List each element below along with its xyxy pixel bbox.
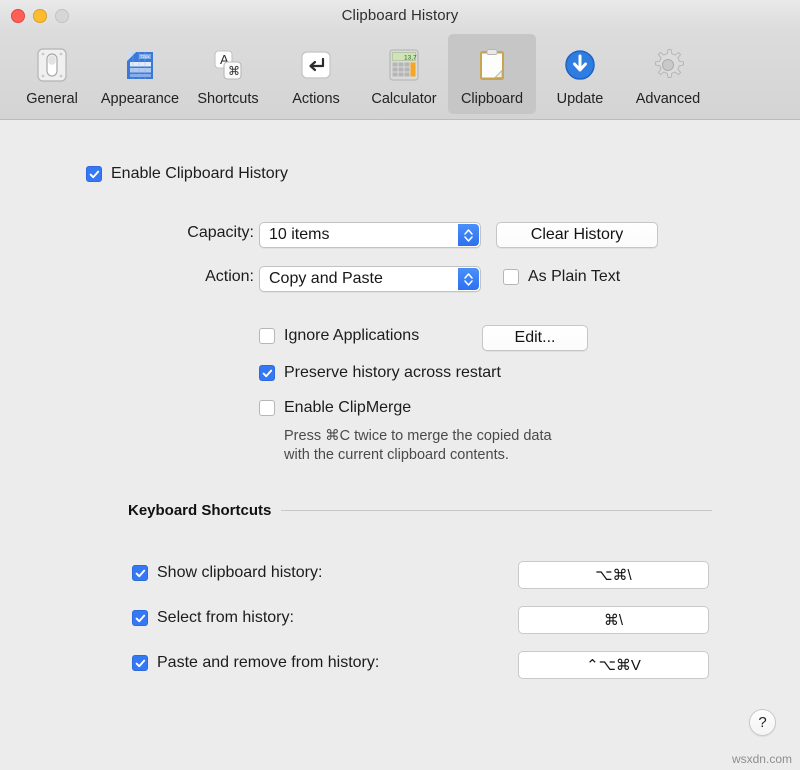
tab-calculator-label: Calculator [371,91,436,107]
capacity-select[interactable]: 10 items [259,222,481,248]
tab-shortcuts[interactable]: A ⌘ Shortcuts [184,34,272,114]
chevron-up-down-icon[interactable] [458,224,479,246]
traffic-lights [11,9,69,23]
action-select[interactable]: Copy and Paste [259,266,481,292]
zoom-button[interactable] [55,9,69,23]
paste-and-remove-label: Paste and remove from history: [157,654,379,672]
action-label-wrap: Action: [84,268,254,286]
tab-advanced[interactable]: Advanced [624,34,712,114]
shortcut-row-show-history[interactable]: Show clipboard history: [132,564,322,582]
tab-update-label: Update [557,91,604,107]
preserve-history-label: Preserve history across restart [284,364,501,382]
preferences-toolbar: General 72px App [0,30,800,120]
toggle-switch-icon [27,40,77,90]
tab-clipboard[interactable]: Clipboard [448,34,536,114]
return-arrow-icon [291,40,341,90]
preferences-window: Clipboard History General [0,0,800,770]
as-plain-text-label: As Plain Text [528,268,620,286]
svg-text:13,7: 13,7 [404,54,417,61]
show-history-shortcut-field[interactable]: ⌥⌘\ [518,561,709,589]
download-arrow-icon [555,40,605,90]
tab-calculator[interactable]: 13,7 Calculator [360,34,448,114]
as-plain-text-row[interactable]: As Plain Text [503,268,620,286]
enable-clipmerge-label: Enable ClipMerge [284,399,411,417]
ignore-applications-checkbox[interactable] [259,328,275,344]
svg-text:⌘: ⌘ [228,64,240,78]
minimize-button[interactable] [33,9,47,23]
clipboard-icon [467,40,517,90]
keyboard-shortcuts-section-header: Keyboard Shortcuts [128,502,712,519]
title-bar: Clipboard History [0,0,800,30]
ignore-applications-label: Ignore Applications [284,327,419,345]
ignore-applications-row[interactable]: Ignore Applications [259,327,419,345]
show-history-label: Show clipboard history: [157,564,322,582]
preserve-history-checkbox[interactable] [259,365,275,381]
enable-history-checkbox[interactable] [86,166,102,182]
tab-appearance[interactable]: 72px Appearance [96,34,184,114]
capacity-label-wrap: Capacity: [84,224,254,242]
show-history-checkbox[interactable] [132,565,148,581]
gear-icon [643,40,693,90]
shortcut-row-select-from-history[interactable]: Select from history: [132,609,294,627]
help-button[interactable]: ? [749,709,776,736]
paste-and-remove-shortcut-field[interactable]: ⌃⌥⌘V [518,651,709,679]
tab-actions-label: Actions [292,91,340,107]
window-title: Clipboard History [0,7,800,24]
action-value: Copy and Paste [260,270,383,288]
keycaps-icon: A ⌘ [203,40,253,90]
blue-document-icon: 72px [115,40,165,90]
enable-clipmerge-checkbox[interactable] [259,400,275,416]
clipboard-settings-pane: Enable Clipboard History Capacity: 10 it… [0,120,800,770]
tab-advanced-label: Advanced [636,91,701,107]
tab-appearance-label: Appearance [101,91,179,107]
section-divider [281,510,712,511]
preserve-history-row[interactable]: Preserve history across restart [259,364,501,382]
clipmerge-hint: Press ⌘C twice to merge the copied data … [284,427,552,465]
capacity-label: Capacity: [187,224,254,242]
tab-actions[interactable]: Actions [272,34,360,114]
tab-update[interactable]: Update [536,34,624,114]
tab-general-label: General [26,91,78,107]
as-plain-text-checkbox[interactable] [503,269,519,285]
clear-history-button[interactable]: Clear History [496,222,658,248]
paste-and-remove-checkbox[interactable] [132,655,148,671]
enable-history-row[interactable]: Enable Clipboard History [86,165,288,183]
tab-shortcuts-label: Shortcuts [197,91,258,107]
enable-history-label: Enable Clipboard History [111,165,288,183]
select-from-history-label: Select from history: [157,609,294,627]
tab-general[interactable]: General [8,34,96,114]
select-from-history-shortcut-field[interactable]: ⌘\ [518,606,709,634]
calculator-icon: 13,7 [379,40,429,90]
enable-clipmerge-row[interactable]: Enable ClipMerge [259,399,411,417]
action-label: Action: [205,268,254,286]
watermark: wsxdn.com [732,752,792,766]
keyboard-shortcuts-title: Keyboard Shortcuts [128,502,271,519]
edit-ignore-list-button[interactable]: Edit... [482,325,588,351]
close-button[interactable] [11,9,25,23]
chevron-up-down-icon-action[interactable] [458,268,479,290]
capacity-value: 10 items [260,226,329,244]
shortcut-row-paste-and-remove[interactable]: Paste and remove from history: [132,654,379,672]
tab-clipboard-label: Clipboard [461,91,523,107]
select-from-history-checkbox[interactable] [132,610,148,626]
